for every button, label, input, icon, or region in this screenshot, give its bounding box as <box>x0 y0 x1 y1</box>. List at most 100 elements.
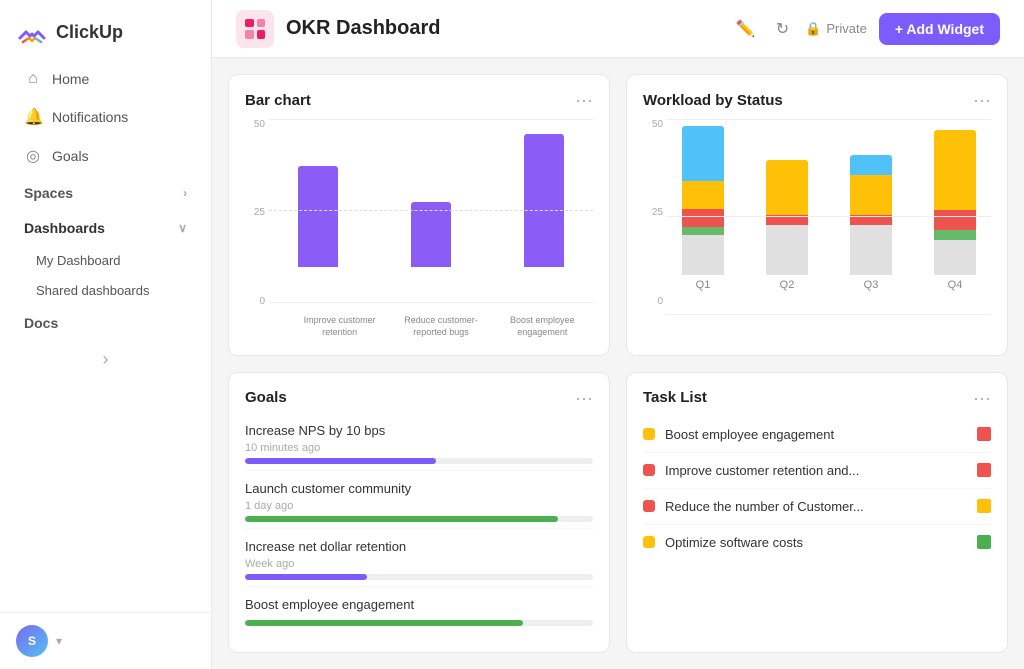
workload-title: Workload by Status <box>643 92 783 109</box>
q2-bar <box>766 160 808 275</box>
task-3-name: Reduce the number of Customer... <box>665 499 864 514</box>
task-item-4: Optimize software costs <box>643 525 991 560</box>
task-list-menu-button[interactable]: ··· <box>973 389 991 407</box>
task-1-dot <box>643 428 655 440</box>
bell-icon: 🔔 <box>24 107 42 127</box>
task-2-left: Improve customer retention and... <box>643 463 859 478</box>
bar-chart-area: 50 25 0 <box>245 119 593 339</box>
bar-chart-title: Bar chart <box>245 92 311 109</box>
q4-seg-green <box>934 230 976 240</box>
bar-group-3 <box>496 119 593 267</box>
task-2-name: Improve customer retention and... <box>665 463 859 478</box>
task-list-title: Task List <box>643 389 707 406</box>
dropdown-icon[interactable]: ▾ <box>56 634 62 648</box>
goals-header: Goals ··· <box>245 389 593 407</box>
q3-bar <box>850 155 892 275</box>
task-item-3: Reduce the number of Customer... <box>643 489 991 525</box>
sidebar-item-goals-label: Goals <box>52 148 89 164</box>
sidebar-nav: ⌂ Home 🔔 Notifications ◎ Goals Spaces › … <box>0 60 211 612</box>
sidebar-more[interactable]: › <box>0 341 211 378</box>
logo-text: ClickUp <box>56 22 123 43</box>
goal-4-progress-bar <box>245 620 593 626</box>
add-widget-button[interactable]: + Add Widget <box>879 13 1000 45</box>
task-4-left: Optimize software costs <box>643 535 803 550</box>
q1-seg-red <box>682 209 724 227</box>
bar-label-2: Reduce customer-reported bugs <box>391 315 491 338</box>
sidebar-item-notifications[interactable]: 🔔 Notifications <box>8 98 203 136</box>
stacked-bar-q3: Q3 <box>835 119 907 291</box>
goal-3-progress-bar <box>245 574 593 580</box>
goals-widget: Goals ··· Increase NPS by 10 bps 10 minu… <box>228 372 610 654</box>
stacked-bar-q4: Q4 <box>919 119 991 291</box>
dashboard-grid-icon <box>245 19 265 39</box>
goal-3-header: Increase net dollar retention <box>245 539 593 554</box>
goal-2-progress-bar <box>245 516 593 522</box>
q1-seg-green <box>682 227 724 235</box>
q2-seg-gray <box>766 225 808 275</box>
task-1-name: Boost employee engagement <box>665 427 834 442</box>
lock-icon: 🔒 <box>805 21 821 37</box>
goal-3-time: Week ago <box>245 558 593 570</box>
bar-group-1 <box>269 119 366 267</box>
edit-button[interactable]: ✏️ <box>732 15 760 43</box>
q4-seg-gray <box>934 240 976 275</box>
docs-label: Docs <box>24 315 58 331</box>
goal-1-progress-bar <box>245 458 593 464</box>
sidebar-docs[interactable]: Docs <box>8 306 203 340</box>
chevron-down-icon: ∨ <box>178 221 187 235</box>
goal-item-1: Increase NPS by 10 bps 10 minutes ago <box>245 417 593 471</box>
sidebar-item-home[interactable]: ⌂ Home <box>8 61 203 97</box>
q4-seg-yellow <box>934 130 976 210</box>
bar-label-1: Improve customer retention <box>290 315 390 338</box>
bar-chart-menu-button[interactable]: ··· <box>575 91 593 109</box>
sidebar-spaces[interactable]: Spaces › <box>8 176 203 210</box>
sidebar: ClickUp ⌂ Home 🔔 Notifications ◎ Goals S… <box>0 0 212 669</box>
bar-1 <box>298 166 338 266</box>
q1-bar <box>682 126 724 275</box>
refresh-button[interactable]: ↻ <box>772 15 793 43</box>
chevron-right-icon: › <box>183 186 187 200</box>
dashboard-icon-box <box>236 10 274 48</box>
goal-item-4: Boost employee engagement <box>245 591 593 632</box>
goal-1-progress-fill <box>245 458 436 464</box>
dashboards-label: Dashboards <box>24 220 105 236</box>
goals-title: Goals <box>245 389 287 406</box>
bar-chart-header: Bar chart ··· <box>245 91 593 109</box>
task-list-header: Task List ··· <box>643 389 991 407</box>
avatar[interactable]: S <box>16 625 48 657</box>
q1-seg-gray <box>682 235 724 275</box>
my-dashboard-label: My Dashboard <box>36 253 121 268</box>
workload-menu-button[interactable]: ··· <box>973 91 991 109</box>
q3-label: Q3 <box>864 279 879 291</box>
q4-bar <box>934 130 976 275</box>
q4-label: Q4 <box>948 279 963 291</box>
task-list: Boost employee engagement Improve custom… <box>643 417 991 637</box>
q3-seg-blue <box>850 155 892 175</box>
sidebar-footer: S ▾ <box>0 612 211 669</box>
goals-menu-button[interactable]: ··· <box>575 389 593 407</box>
sidebar-item-goals[interactable]: ◎ Goals <box>8 137 203 175</box>
bars-container <box>269 119 593 303</box>
workload-stacked-bars: Q1 Q2 <box>667 119 991 315</box>
logo[interactable]: ClickUp <box>0 0 211 60</box>
sidebar-item-home-label: Home <box>52 71 89 87</box>
bar-3 <box>524 134 564 267</box>
sidebar-dashboards[interactable]: Dashboards ∨ <box>8 211 203 245</box>
home-icon: ⌂ <box>24 70 42 88</box>
q1-seg-yellow <box>682 181 724 209</box>
goal-2-progress-fill <box>245 516 558 522</box>
bar-labels: Improve customer retention Reduce custom… <box>289 311 593 338</box>
q3-seg-red <box>850 215 892 225</box>
sidebar-item-my-dashboard[interactable]: My Dashboard <box>8 246 203 275</box>
bar-chart-widget: Bar chart ··· 50 25 0 <box>228 74 610 356</box>
goal-item-3: Increase net dollar retention Week ago <box>245 533 593 587</box>
main-content: OKR Dashboard ✏️ ↻ 🔒 Private + Add Widge… <box>212 0 1024 669</box>
goal-4-progress-fill <box>245 620 523 626</box>
goal-1-header: Increase NPS by 10 bps <box>245 423 593 438</box>
task-item-2: Improve customer retention and... <box>643 453 991 489</box>
goal-3-name: Increase net dollar retention <box>245 539 406 554</box>
q1-seg-blue <box>682 126 724 181</box>
q3-seg-gray <box>850 225 892 275</box>
sidebar-item-shared-dashboards[interactable]: Shared dashboards <box>8 276 203 305</box>
sidebar-item-notifications-label: Notifications <box>52 109 128 125</box>
